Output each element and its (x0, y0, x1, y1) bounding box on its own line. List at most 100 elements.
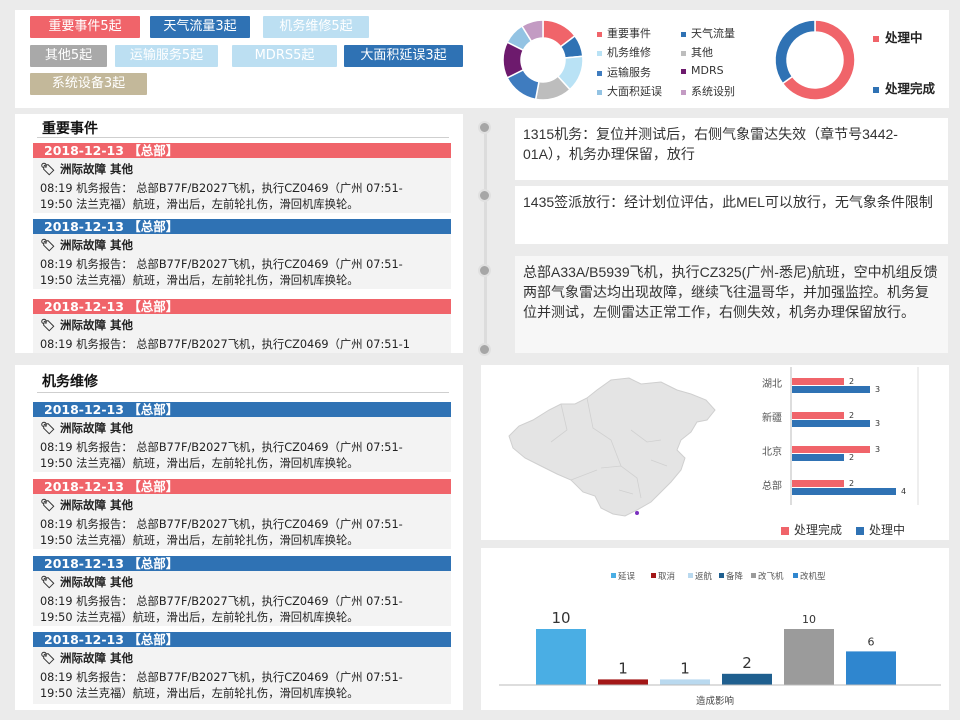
bar-改机型 (846, 651, 896, 685)
status-legend-item: 处理中 (873, 27, 923, 46)
legend-swatch (681, 68, 686, 74)
region-legend-item: 处理中 (856, 521, 905, 538)
tag-2[interactable]: 机务维修5起 (263, 16, 369, 38)
tag-5[interactable]: MDRS5起 (232, 45, 337, 67)
event-card[interactable]: 2018-12-13 【总部】 🏷 洲际故障 其他 08:19 机务报告： 总部B77… (33, 632, 451, 704)
data-label: 3 (875, 385, 880, 394)
event-category-label: 洲际故障 其他 (60, 651, 134, 665)
tag-1[interactable]: 天气流量3起 (150, 16, 250, 38)
event-header: 2018-12-13 【总部】 (33, 632, 451, 647)
bar-处理中 (792, 386, 870, 393)
event-card[interactable]: 2018-12-13 【总部】 🏷 洲际故障 其他 08:19 机务报告： 总部B77… (33, 479, 451, 549)
data-label: 4 (901, 487, 906, 496)
legend-swatch (719, 573, 724, 578)
data-label: 10 (551, 609, 570, 627)
y-tick-label: 湖北 (762, 378, 782, 390)
legend-swatch (856, 526, 864, 535)
event-card[interactable]: 2018-12-13 【总部】 🏷 洲际故障 其他 08:19 机务报告： 总部B77… (33, 143, 451, 213)
timeline-dot (478, 121, 491, 134)
bar-处理中 (792, 420, 870, 427)
data-label: 2 (849, 479, 854, 488)
status-slice-1 (774, 19, 816, 85)
event-card[interactable]: 2018-12-13 【总部】 🏷 洲际故障 其他 08:19 机务报告： 总部B77… (33, 556, 451, 626)
legend-swatch (681, 50, 686, 56)
divider (37, 392, 449, 393)
data-label: 6 (868, 635, 875, 648)
tag-6[interactable]: 大面积延误3起 (344, 45, 463, 67)
tag-icon: 🏷 (40, 498, 56, 512)
event-category: 🏷 洲际故障 其他 (33, 162, 451, 177)
tag-0[interactable]: 重要事件5起 (30, 16, 140, 38)
data-label: 2 (849, 377, 854, 386)
impact-bar-chart: 延误 取消 返航 备降 改飞机 改机型 10 1 1 2 10 6 造成影响 (499, 571, 941, 707)
bar-处理完成 (792, 446, 870, 453)
legend-label: 取消 (658, 571, 675, 582)
important-events-panel: 重要事件 2018-12-13 【总部】 🏷 洲际故障 其他 08:19 机务报告： … (15, 114, 463, 353)
timeline-dot (478, 189, 491, 202)
status-donut (774, 19, 856, 101)
legend-label: 改机型 (800, 571, 826, 582)
x-axis-label: 造成影响 (696, 695, 734, 707)
event-card[interactable]: 2018-12-13 【总部】 🏷 洲际故障 其他 08:19 机务报告： 总部B77… (33, 402, 451, 472)
legend-swatch (651, 573, 656, 578)
legend-swatch (781, 526, 789, 535)
category-legend-item: 其他 (681, 44, 713, 60)
category-legend-item: 机务维修 (597, 44, 651, 60)
data-label: 2 (742, 654, 752, 672)
event-header: 2018-12-13 【总部】 (33, 219, 451, 234)
legend-label: 延误 (618, 571, 636, 582)
legend-label: 运输服务 (607, 66, 651, 79)
timeline-entry: 1315机务：复位并测试后，右侧气象雷达失效（章节号3442-01A），机务办理… (515, 118, 948, 180)
event-category-label: 洲际故障 其他 (60, 575, 134, 589)
tag-icon: 🏷 (40, 421, 56, 435)
data-label: 2 (849, 411, 854, 420)
event-header: 2018-12-13 【总部】 (33, 479, 451, 494)
timeline-dot (478, 343, 491, 356)
region-legend-item: 处理完成 (781, 521, 842, 538)
legend-swatch (681, 89, 686, 95)
event-category-label: 洲际故障 其他 (60, 498, 134, 512)
legend-label: MDRS (691, 64, 724, 77)
maintenance-title: 机务维修 (42, 374, 98, 390)
legend-swatch (597, 89, 602, 95)
tag-icon: 🏷 (40, 318, 56, 332)
event-category: 🏷 洲际故障 其他 (33, 421, 451, 436)
bar-改飞机 (784, 629, 834, 685)
data-label: 1 (680, 659, 690, 677)
legend-label: 机务维修 (607, 46, 651, 59)
data-label: 1 (618, 659, 628, 677)
tag-7[interactable]: 系统设备3起 (30, 73, 147, 95)
legend-swatch (873, 35, 879, 42)
category-legend-item: 重要事件 (597, 25, 651, 41)
maintenance-panel: 机务维修 2018-12-13 【总部】 🏷 洲际故障 其他 08:19 机务报告： … (15, 365, 463, 710)
event-header: 2018-12-13 【总部】 (33, 143, 451, 158)
event-text: 08:19 机务报告： 总部B77F/B2027飞机，执行CZ0469（广州 0… (40, 595, 403, 624)
category-legend-item: 天气流量 (681, 25, 735, 41)
tag-icon: 🏷 (40, 238, 56, 252)
y-tick-label: 北京 (762, 445, 782, 458)
tag-icon: 🏷 (40, 162, 56, 176)
event-category: 🏷 洲际故障 其他 (33, 498, 451, 513)
bar-备降 (722, 673, 772, 685)
event-text: 08:19 机务报告： 总部B77F/B2027飞机，执行CZ0469（广州 0… (40, 671, 403, 700)
impact-chart-panel: 延误 取消 返航 备降 改飞机 改机型 10 1 1 2 10 6 造成影响 (481, 548, 949, 710)
tag-3[interactable]: 其他5起 (30, 45, 107, 67)
legend-label: 改飞机 (758, 571, 784, 582)
legend-swatch (681, 31, 686, 37)
event-card[interactable]: 2018-12-13 【总部】 🏷 洲际故障 其他 08:19 机务报告： 总部B77… (33, 219, 451, 289)
legend-label: 备降 (726, 571, 744, 582)
legend-swatch (597, 70, 602, 76)
legend-swatch (611, 573, 616, 578)
event-header: 2018-12-13 【总部】 (33, 299, 451, 314)
legend-label: 系统设别 (691, 85, 735, 98)
event-text: 08:19 机务报告： 总部B77F/B2027飞机，执行CZ0469（广州 0… (40, 338, 410, 351)
legend-swatch (793, 573, 798, 578)
tag-4[interactable]: 运输服务5起 (115, 45, 218, 67)
timeline-entry: 总部A33A/B5939飞机，执行CZ325(广州-悉尼)航班，空中机组反馈两部… (515, 256, 948, 353)
status-legend-item: 处理完成 (873, 78, 935, 97)
category-legend-item: 大面积延误 (597, 83, 662, 99)
important-events-title: 重要事件 (42, 121, 98, 137)
event-card[interactable]: 2018-12-13 【总部】 🏷 洲际故障 其他 08:19 机务报告： 总部B77… (33, 299, 451, 353)
bar-处理中 (792, 488, 896, 495)
event-category-label: 洲际故障 其他 (60, 318, 134, 332)
